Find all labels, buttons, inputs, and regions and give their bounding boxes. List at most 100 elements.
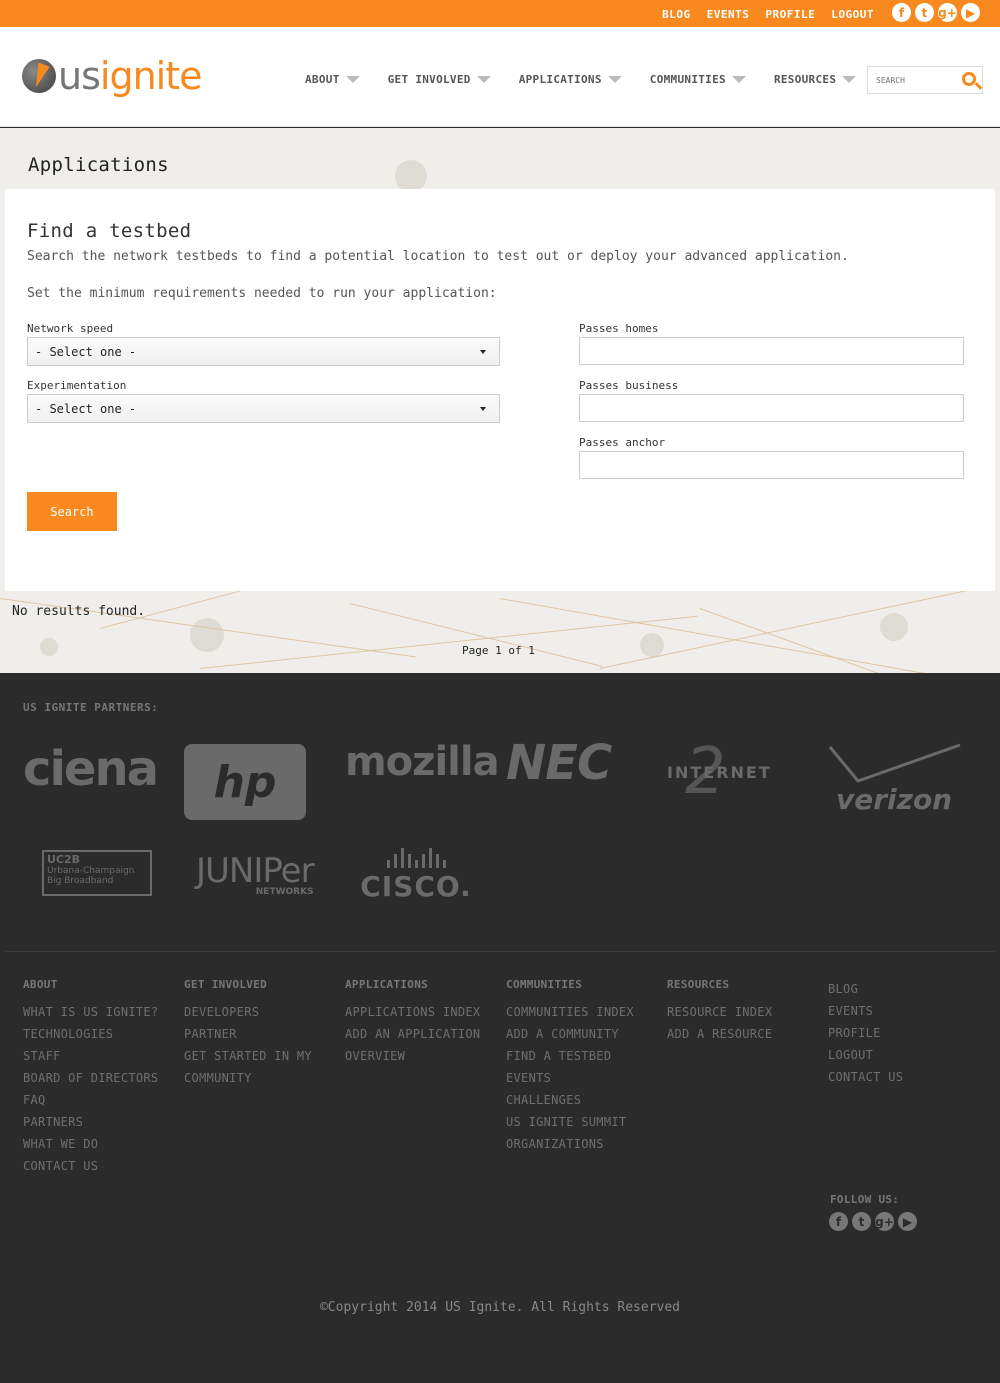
footer-link[interactable]: ADD A RESOURCE: [667, 1023, 827, 1045]
nav-get-involved[interactable]: GET INVOLVED: [388, 73, 491, 86]
footer-link[interactable]: EVENTS: [506, 1067, 666, 1089]
caret-down-icon: [480, 350, 486, 354]
network-decoration: [395, 160, 427, 192]
footer-col-get-involved: GET INVOLVED DEVELOPERS PARTNER GET STAR…: [184, 978, 344, 1089]
top-link-profile[interactable]: PROFILE: [765, 8, 815, 21]
facebook-icon[interactable]: f: [829, 1212, 848, 1231]
search-icon[interactable]: [962, 72, 976, 86]
chevron-down-icon: [476, 76, 491, 83]
footer-link[interactable]: US IGNITE SUMMIT: [506, 1111, 666, 1133]
partner-hp-logo[interactable]: hp: [184, 744, 306, 820]
footer-link[interactable]: BOARD OF DIRECTORS: [23, 1067, 183, 1089]
footer-link[interactable]: GET STARTED IN MY: [184, 1045, 344, 1067]
top-link-events[interactable]: EVENTS: [707, 8, 750, 21]
footer-link[interactable]: FIND A TESTBED: [506, 1045, 666, 1067]
verizon-check-icon: [828, 743, 961, 783]
footer-link[interactable]: FAQ: [23, 1089, 183, 1111]
nav-communities[interactable]: COMMUNITIES: [650, 73, 746, 86]
nav-resources[interactable]: RESOURCES: [774, 73, 857, 86]
partner-juniper-logo[interactable]: JUNIPer NETWORKS: [196, 854, 315, 897]
footer-link[interactable]: WHAT IS US IGNITE?: [23, 1001, 183, 1023]
footer-col-applications: APPLICATIONS APPLICATIONS INDEX ADD AN A…: [345, 978, 505, 1067]
follow-us-title: FOLLOW US:: [830, 1193, 900, 1206]
footer-col-misc: BLOG EVENTS PROFILE LOGOUT CONTACT US: [828, 978, 988, 1088]
network-decoration: [40, 638, 58, 656]
passes-anchor-input[interactable]: [579, 451, 964, 479]
footer-link[interactable]: LOGOUT: [828, 1044, 988, 1066]
chevron-down-icon: [345, 76, 360, 83]
footer-link[interactable]: PROFILE: [828, 1022, 988, 1044]
footer-link[interactable]: COMMUNITIES INDEX: [506, 1001, 666, 1023]
footer-col-communities: COMMUNITIES COMMUNITIES INDEX ADD A COMM…: [506, 978, 666, 1155]
partner-ciena-logo[interactable]: ciena: [23, 741, 159, 797]
footer-link[interactable]: PARTNERS: [23, 1111, 183, 1133]
footer: US IGNITE PARTNERS: ciena hp mozilla NEC…: [0, 673, 1000, 1383]
footer-link[interactable]: EVENTS: [828, 1000, 988, 1022]
search-button[interactable]: Search: [27, 492, 117, 531]
search-input[interactable]: [868, 67, 958, 93]
network-decoration: [200, 615, 698, 669]
twitter-icon[interactable]: t: [852, 1212, 871, 1231]
top-link-blog[interactable]: BLOG: [662, 8, 691, 21]
footer-col-resources: RESOURCES RESOURCE INDEX ADD A RESOURCE: [667, 978, 827, 1045]
site-search: [867, 66, 983, 94]
no-results-message: No results found.: [12, 604, 146, 619]
partner-cisco-logo[interactable]: CISCO.: [360, 848, 471, 903]
footer-link[interactable]: RESOURCE INDEX: [667, 1001, 827, 1023]
footer-link[interactable]: BLOG: [828, 978, 988, 1000]
panel-description: Search the network testbeds to find a po…: [27, 249, 849, 264]
logo-text: usignite: [58, 54, 202, 98]
chevron-down-icon: [731, 76, 746, 83]
partner-nec-logo[interactable]: NEC: [506, 735, 612, 791]
partner-uc2b-logo[interactable]: UC2B Urbana-Champaign Big Broadband: [42, 850, 152, 896]
network-speed-select[interactable]: - Select one -: [27, 337, 500, 366]
footer-link[interactable]: ADD AN APPLICATION: [345, 1023, 505, 1045]
footer-link[interactable]: CONTACT US: [828, 1066, 988, 1088]
top-bar: BLOG EVENTS PROFILE LOGOUT f t g+ ▶: [0, 0, 1000, 27]
footer-link[interactable]: OVERVIEW: [345, 1045, 505, 1067]
footer-link[interactable]: COMMUNITY: [184, 1067, 344, 1089]
header: usignite ABOUT GET INVOLVED APPLICATIONS…: [0, 27, 1000, 127]
logo[interactable]: usignite: [22, 54, 202, 98]
google-plus-icon[interactable]: g+: [938, 3, 957, 22]
footer-link[interactable]: WHAT WE DO: [23, 1133, 183, 1155]
nav-applications[interactable]: APPLICATIONS: [519, 73, 622, 86]
experimentation-select[interactable]: - Select one -: [27, 394, 500, 423]
experimentation-label: Experimentation: [27, 379, 127, 392]
youtube-icon[interactable]: ▶: [898, 1212, 917, 1231]
network-speed-label: Network speed: [27, 322, 114, 335]
network-decoration: [640, 633, 664, 657]
footer-link[interactable]: PARTNER: [184, 1023, 344, 1045]
footer-link[interactable]: CHALLENGES: [506, 1089, 666, 1111]
twitter-icon[interactable]: t: [915, 3, 934, 22]
nav-about[interactable]: ABOUT: [305, 73, 360, 86]
passes-homes-input[interactable]: [579, 337, 964, 365]
top-link-logout[interactable]: LOGOUT: [831, 8, 874, 21]
footer-link[interactable]: DEVELOPERS: [184, 1001, 344, 1023]
partner-internet2-logo[interactable]: 2 INTERNET: [667, 735, 777, 823]
footer-link[interactable]: TECHNOLOGIES: [23, 1023, 183, 1045]
passes-anchor-label: Passes anchor: [579, 436, 666, 449]
partner-mozilla-logo[interactable]: mozilla: [345, 739, 500, 785]
facebook-icon[interactable]: f: [892, 3, 911, 22]
network-decoration: [349, 603, 603, 667]
footer-link[interactable]: ORGANIZATIONS: [506, 1133, 666, 1155]
footer-col-about: ABOUT WHAT IS US IGNITE? TECHNOLOGIES ST…: [23, 978, 183, 1177]
footer-link[interactable]: CONTACT US: [23, 1155, 183, 1177]
youtube-icon[interactable]: ▶: [961, 3, 980, 22]
network-decoration: [499, 598, 993, 673]
testbed-search-panel: Find a testbed Search the network testbe…: [5, 189, 995, 591]
passes-business-input[interactable]: [579, 394, 964, 422]
page-title: Applications: [28, 154, 169, 176]
footer-link[interactable]: ADD A COMMUNITY: [506, 1023, 666, 1045]
copyright: ©Copyright 2014 US Ignite. All Rights Re…: [319, 1300, 681, 1315]
partner-verizon-logo[interactable]: verizon: [828, 743, 963, 819]
footer-link[interactable]: STAFF: [23, 1045, 183, 1067]
chevron-down-icon: [607, 76, 622, 83]
panel-heading: Find a testbed: [27, 220, 192, 242]
footer-link[interactable]: APPLICATIONS INDEX: [345, 1001, 505, 1023]
network-decoration: [880, 613, 908, 641]
google-plus-icon[interactable]: g+: [875, 1212, 894, 1231]
requirements-text: Set the minimum requirements needed to r…: [27, 286, 497, 301]
footer-social: f t g+ ▶: [829, 1212, 917, 1231]
